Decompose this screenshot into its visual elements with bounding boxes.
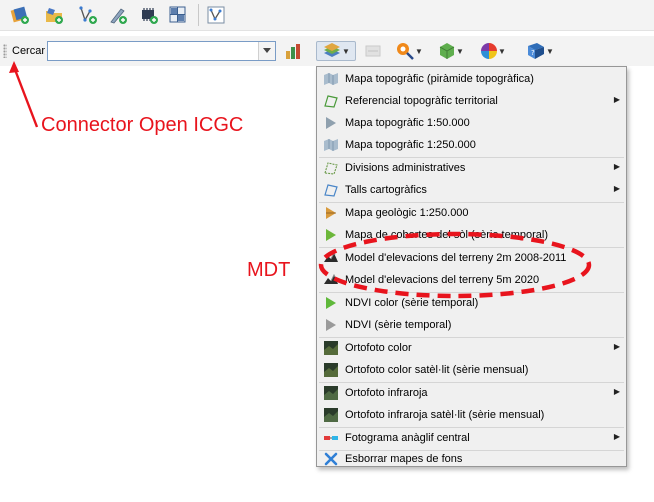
connector-annotation-label: Connector Open ICGC	[41, 114, 244, 136]
annotation-arrow	[12, 66, 39, 128]
annotation-overlay	[9, 61, 592, 299]
mdt-highlight-ellipse	[318, 231, 592, 299]
mdt-annotation-label: MDT	[247, 259, 291, 281]
annotation-arrowhead	[9, 61, 19, 73]
